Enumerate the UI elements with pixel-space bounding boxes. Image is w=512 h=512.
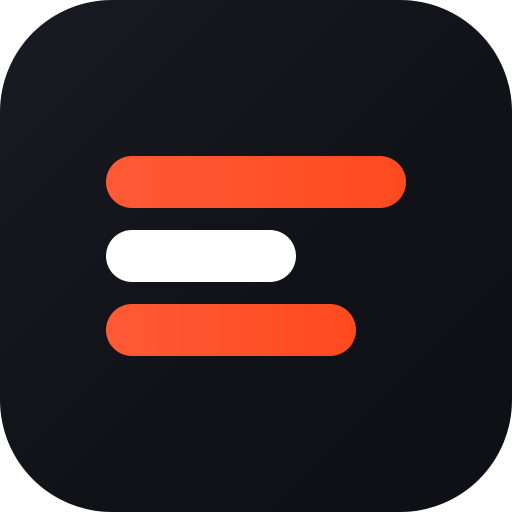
middle-white-bar (106, 230, 296, 282)
bottom-orange-bar (106, 304, 356, 356)
app-icon (0, 0, 512, 512)
top-orange-bar (106, 156, 406, 208)
